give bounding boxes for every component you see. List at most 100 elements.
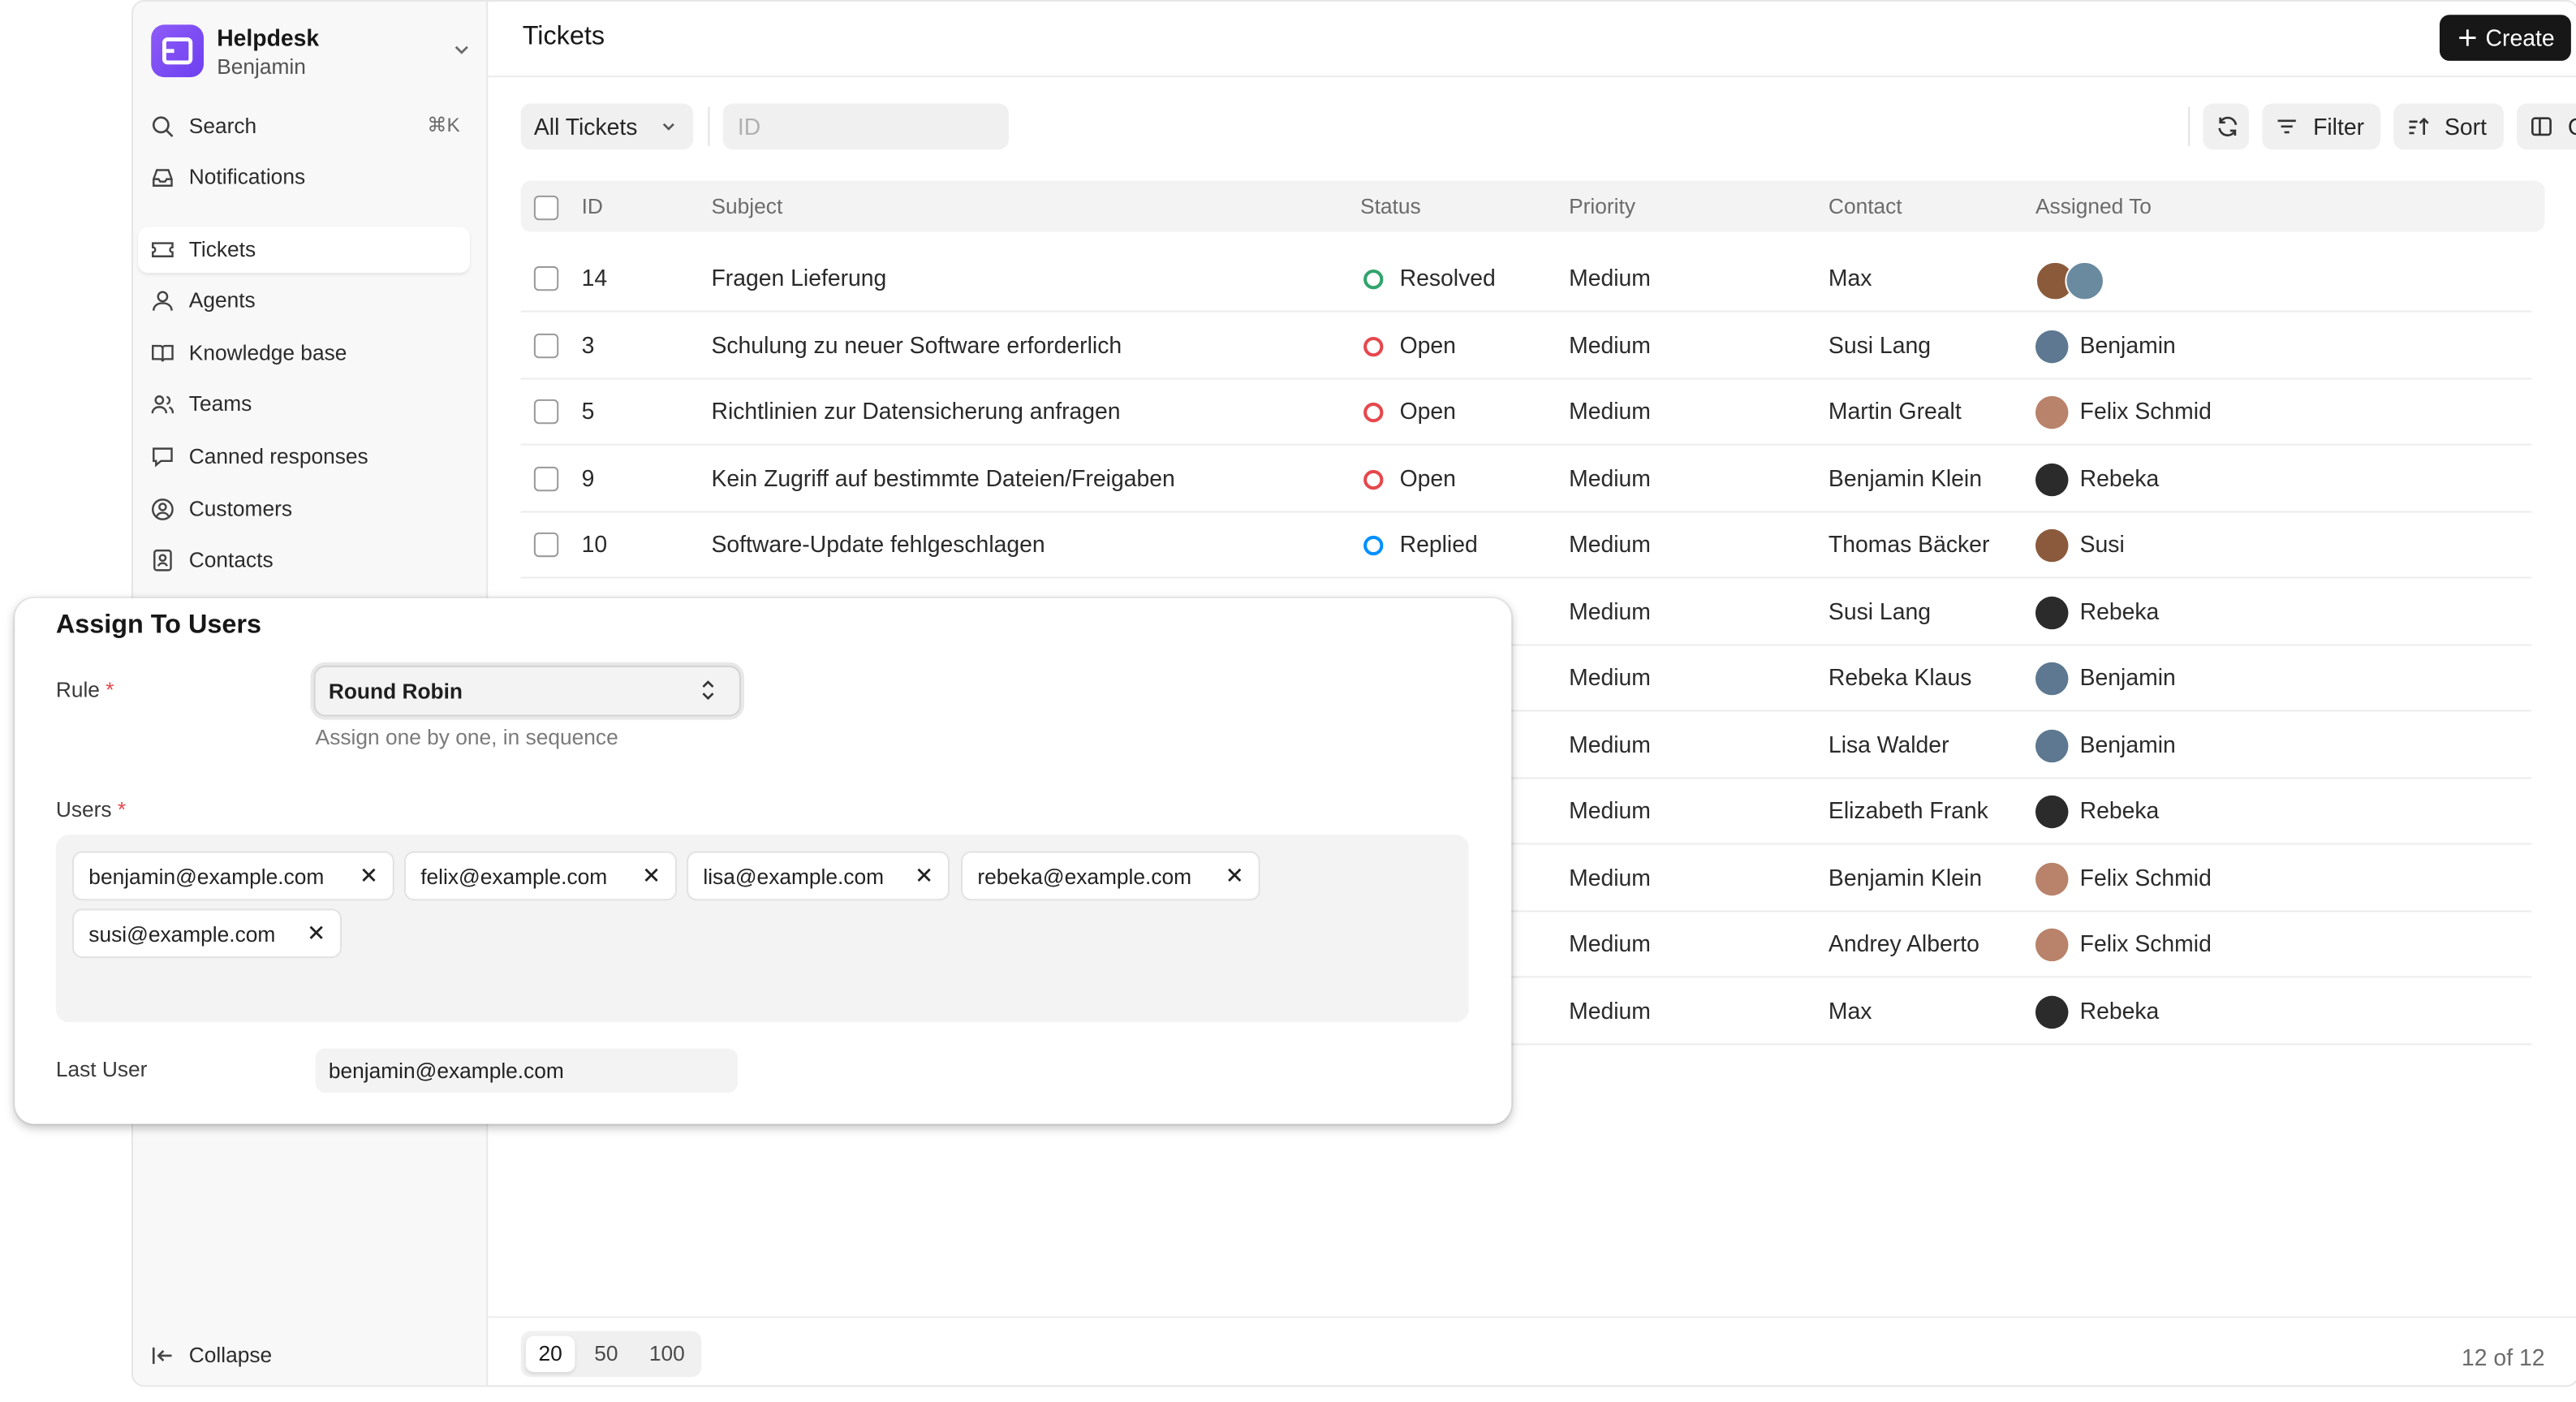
ticket-contact: Benjamin Klein [1828,464,1982,491]
sidebar-item-label: Contacts [188,547,274,572]
sidebar-item-label: Customers [188,496,293,521]
sidebar-item-contacts[interactable]: Contacts [138,537,470,584]
row-checkbox[interactable] [533,532,559,558]
sidebar-item-teams[interactable]: Teams [138,382,470,428]
table-row[interactable]: 14 Fragen Lieferung Resolved Medium Max [520,245,2532,313]
sidebar-item-canned-responses[interactable]: Canned responses [138,434,470,480]
ticket-status: Open [1360,464,1456,490]
status-label: Open [1399,464,1456,491]
ticket-icon [152,242,174,257]
sidebar-item-label: Search [188,113,257,139]
column-header-subject[interactable]: Subject [711,194,782,218]
book-icon [152,344,174,362]
create-button[interactable]: Create [2439,15,2571,61]
assign-to-users-dialog: Assign To Users Rule * Round Robin Assig… [15,597,1512,1124]
user-chip-label: benjamin@example.com [88,864,325,890]
column-header-assigned-to[interactable]: Assigned To [2035,194,2152,218]
ticket-assignee: Susi [2035,528,2125,563]
close-icon[interactable] [642,866,660,884]
dialog-title: Assign To Users [55,611,262,640]
view-select[interactable]: All Tickets [520,103,694,150]
sidebar-item-knowledge-base[interactable]: Knowledge base [138,330,470,377]
table-row[interactable]: 10 Software-Update fehlgeschlagen Replied M… [520,511,2532,579]
rule-label-text: Rule [55,676,100,702]
table-row[interactable]: 9 Kein Zugriff auf bestimmte Dateien/Frei… [520,445,2532,512]
users-multiselect[interactable]: benjamin@example.com felix@example.com l… [55,835,1469,1023]
last-user-field[interactable]: benjamin@example.com [315,1048,738,1094]
close-icon[interactable] [1226,866,1243,884]
user-chip-label: rebeka@example.com [977,864,1192,890]
ticket-priority: Medium [1569,663,1651,691]
avatar [2035,395,2069,429]
sidebar-item-label: Canned responses [188,443,368,468]
page-header: Tickets Create [488,2,2576,78]
sidebar-item-customers[interactable]: Customers [138,486,470,533]
collapse-button[interactable]: Collapse [138,1333,470,1379]
sidebar-item-notifications[interactable]: Notifications [138,154,470,201]
column-header-id[interactable]: ID [582,194,603,218]
ticket-subject[interactable]: Richtlinien zur Datensicherung anfragen [711,398,1120,424]
id-filter-input[interactable]: ID [722,103,1009,150]
sort-button[interactable]: Sort [2393,103,2504,150]
close-icon[interactable] [915,866,933,884]
rule-select[interactable]: Round Robin [313,665,741,717]
sidebar-item-search[interactable]: Search ⌘K [138,104,470,150]
page-title: Tickets [522,23,605,51]
close-icon[interactable] [308,924,325,942]
sidebar-item-tickets[interactable]: Tickets [138,226,470,274]
avatar [2035,528,2069,563]
user-name: Benjamin [217,54,306,80]
avatar [2035,329,2069,363]
user-chip: benjamin@example.com [72,851,394,901]
user-chip-label: felix@example.com [420,864,608,890]
status-dot-icon [1363,535,1384,556]
select-all-checkbox[interactable] [533,195,559,221]
column-header-priority[interactable]: Priority [1569,194,1635,218]
sort-icon [2409,117,2429,135]
column-header-contact[interactable]: Contact [1829,194,1902,218]
ticket-priority: Medium [1569,730,1651,757]
ticket-contact: Martin Grealt [1828,397,1962,425]
row-checkbox[interactable] [533,332,559,358]
table-row[interactable]: 3 Schulung zu neuer Software erforderlich… [520,312,2532,379]
ticket-assignee: Felix Schmid [2035,861,2212,895]
assignee-name: Susi [2079,530,2125,558]
assignee-name: Felix Schmid [2079,930,2212,957]
ticket-contact: Elizabeth Frank [1828,796,1988,824]
ticket-assignee: Benjamin [2035,662,2176,696]
workspace-switcher[interactable]: Helpdesk Benjamin [151,23,472,82]
page-size-50[interactable]: 50 [582,1336,631,1373]
status-label: Resolved [1399,264,1496,291]
filter-icon [2277,119,2296,134]
ticket-assignee: Felix Schmid [2035,928,2212,962]
columns-button[interactable]: Columns [2517,103,2576,150]
page-size-20[interactable]: 20 [525,1335,575,1373]
ticket-subject[interactable]: Kein Zugriff auf bestimmte Dateien/Freig… [711,464,1174,490]
inbox-icon [153,169,173,187]
sidebar-item-agents[interactable]: Agents [138,278,470,324]
ticket-subject[interactable]: Fragen Lieferung [711,265,886,291]
ticket-assignee: Rebeka [2035,994,2159,1029]
page-size-100[interactable]: 100 [637,1336,696,1373]
row-checkbox[interactable] [533,465,559,491]
user-chip-label: susi@example.com [88,921,276,947]
ticket-contact: Susi Lang [1828,597,1932,624]
filter-button[interactable]: Filter [2262,103,2381,150]
chevron-down-icon [662,123,674,131]
status-label: Open [1399,397,1456,425]
collapse-arrow-icon [152,1347,172,1365]
close-icon[interactable] [360,866,377,884]
ticket-subject[interactable]: Software-Update fehlgeschlagen [711,531,1045,557]
required-marker: * [117,796,127,822]
row-checkbox[interactable] [533,265,559,291]
rule-label: Rule * [56,677,114,701]
table-row[interactable]: 5 Richtlinien zur Datensicherung anfragen… [520,378,2532,446]
ticket-subject[interactable]: Schulung zu neuer Software erforderlich [711,331,1122,357]
refresh-button[interactable] [2203,103,2250,150]
user-chip: rebeka@example.com [961,851,1260,901]
assignee-name: Benjamin [2079,730,2176,757]
ticket-id: 10 [581,530,608,558]
column-header-status[interactable]: Status [1360,194,1421,218]
row-checkbox[interactable] [533,399,559,425]
status-dot-icon [1363,468,1384,490]
